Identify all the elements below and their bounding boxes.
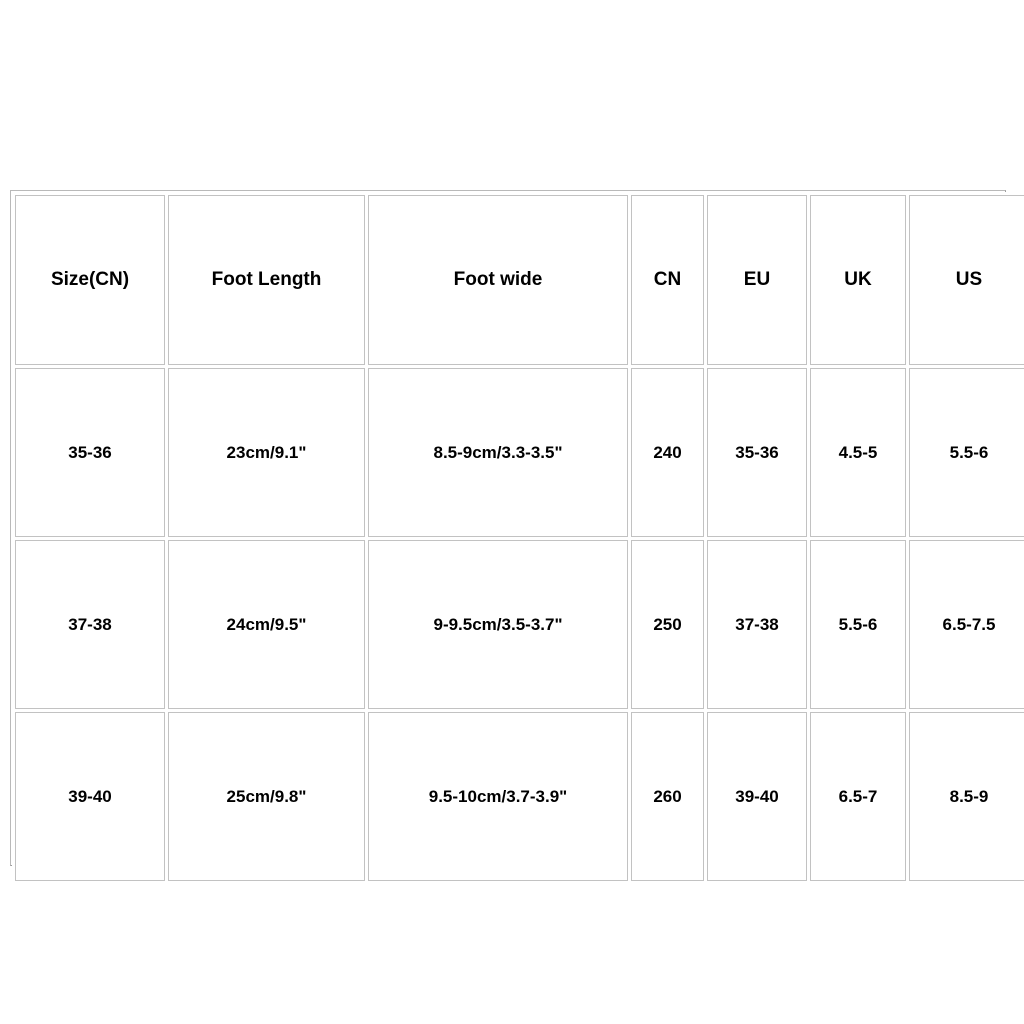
table-header: Size(CN) Foot Length Foot wide CN EU UK …: [15, 195, 1024, 365]
column-header-eu: EU: [707, 195, 807, 365]
cell-foot-wide: 9-9.5cm/3.5-3.7": [368, 540, 628, 709]
table-row: 35-36 23cm/9.1" 8.5-9cm/3.3-3.5" 240 35-…: [15, 368, 1024, 537]
column-header-cn: CN: [631, 195, 704, 365]
column-header-us: US: [909, 195, 1024, 365]
cell-uk: 4.5-5: [810, 368, 906, 537]
cell-cn: 240: [631, 368, 704, 537]
cell-cn: 260: [631, 712, 704, 881]
cell-us: 8.5-9: [909, 712, 1024, 881]
column-header-size-cn: Size(CN): [15, 195, 165, 365]
cell-us: 6.5-7.5: [909, 540, 1024, 709]
cell-foot-wide: 8.5-9cm/3.3-3.5": [368, 368, 628, 537]
size-chart-container: Size(CN) Foot Length Foot wide CN EU UK …: [10, 190, 1024, 884]
table-row: 39-40 25cm/9.8" 9.5-10cm/3.7-3.9" 260 39…: [15, 712, 1024, 881]
cell-foot-length: 25cm/9.8": [168, 712, 365, 881]
page-root: Size(CN) Foot Length Foot wide CN EU UK …: [0, 0, 1024, 1024]
cell-eu: 39-40: [707, 712, 807, 881]
table-row: 37-38 24cm/9.5" 9-9.5cm/3.5-3.7" 250 37-…: [15, 540, 1024, 709]
cell-cn: 250: [631, 540, 704, 709]
cell-uk: 5.5-6: [810, 540, 906, 709]
cell-foot-length: 23cm/9.1": [168, 368, 365, 537]
size-chart-table: Size(CN) Foot Length Foot wide CN EU UK …: [12, 192, 1024, 884]
cell-us: 5.5-6: [909, 368, 1024, 537]
cell-size-cn: 39-40: [15, 712, 165, 881]
cell-foot-wide: 9.5-10cm/3.7-3.9": [368, 712, 628, 881]
cell-uk: 6.5-7: [810, 712, 906, 881]
cell-foot-length: 24cm/9.5": [168, 540, 365, 709]
column-header-foot-length: Foot Length: [168, 195, 365, 365]
cell-size-cn: 37-38: [15, 540, 165, 709]
table-body: 35-36 23cm/9.1" 8.5-9cm/3.3-3.5" 240 35-…: [15, 368, 1024, 881]
cell-eu: 35-36: [707, 368, 807, 537]
column-header-uk: UK: [810, 195, 906, 365]
table-header-row: Size(CN) Foot Length Foot wide CN EU UK …: [15, 195, 1024, 365]
cell-eu: 37-38: [707, 540, 807, 709]
cell-size-cn: 35-36: [15, 368, 165, 537]
column-header-foot-wide: Foot wide: [368, 195, 628, 365]
